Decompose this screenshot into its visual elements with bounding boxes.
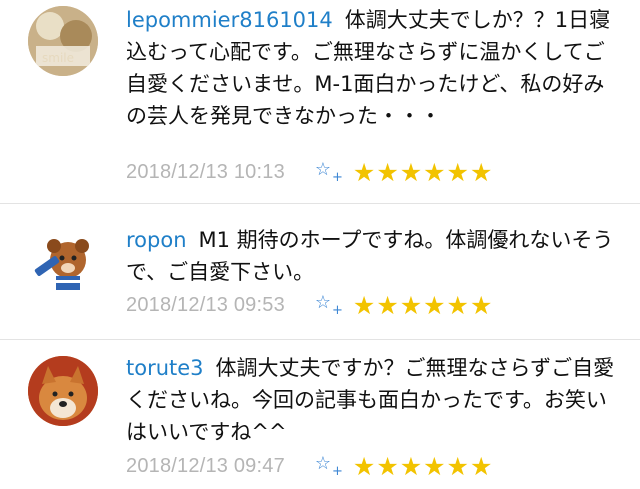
add-star-plus-icon: + <box>332 303 343 318</box>
cartoon-dog-avatar-icon <box>28 226 98 296</box>
star-rating: ★★★★★★ <box>352 290 494 320</box>
comment-timestamp: 2018/12/13 09:47 <box>126 454 285 477</box>
star-rating: ★★★★★★ <box>352 451 494 481</box>
comment-body: lepommier8161014 体調大丈夫でしか？？1日寝込むって心配です。ご無… <box>126 4 616 132</box>
comment-body: torute3 体調大丈夫ですか？ご無理なさらずご自愛くださいね。今回の記事も面白… <box>126 352 616 448</box>
comment-text: M1 期待のホープですね。体調優れないそうで、ご自愛下さい。 <box>126 228 614 284</box>
add-star-icon: ☆ <box>314 453 332 474</box>
comment-meta: 2018/12/13 10:13 ☆ + ★★★★★★ <box>126 156 493 188</box>
add-star-plus-icon: + <box>332 170 343 185</box>
comment-list: smile lepommier8161014 体調大丈夫でしか？？1日寝込むって心… <box>0 0 640 489</box>
comment-username[interactable]: torute3 <box>126 356 204 380</box>
comment-timestamp: 2018/12/13 09:53 <box>126 293 285 316</box>
add-star-plus-icon: + <box>332 464 343 479</box>
star-rating: ★★★★★★ <box>352 157 494 187</box>
comment-item: torute3 体調大丈夫ですか？ご無理なさらずご自愛くださいね。今回の記事も面白… <box>0 340 640 489</box>
add-star-button[interactable]: ☆ + <box>315 453 345 479</box>
svg-text:smile: smile <box>42 51 74 65</box>
avatar[interactable] <box>28 356 98 426</box>
comment-meta: 2018/12/13 09:53 ☆ + ★★★★★★ <box>126 289 493 321</box>
comment-item: smile lepommier8161014 体調大丈夫でしか？？1日寝込むって心… <box>0 0 640 200</box>
comment-meta: 2018/12/13 09:47 ☆ + ★★★★★★ <box>126 450 493 482</box>
comment-username[interactable]: ropon <box>126 228 187 252</box>
add-star-icon: ☆ <box>314 159 332 180</box>
shiba-dog-avatar-icon <box>28 356 98 426</box>
dessert-photo-avatar-icon: smile <box>28 6 98 76</box>
avatar[interactable] <box>28 226 98 296</box>
add-star-icon: ☆ <box>314 292 332 313</box>
comment-timestamp: 2018/12/13 10:13 <box>126 160 285 183</box>
add-star-button[interactable]: ☆ + <box>315 159 345 185</box>
add-star-button[interactable]: ☆ + <box>315 292 345 318</box>
avatar[interactable]: smile <box>28 6 98 76</box>
comment-item: ropon M1 期待のホープですね。体調優れないそうで、ご自愛下さい。 2018… <box>0 204 640 338</box>
comment-username[interactable]: lepommier8161014 <box>126 8 333 32</box>
comment-body: ropon M1 期待のホープですね。体調優れないそうで、ご自愛下さい。 <box>126 224 616 288</box>
